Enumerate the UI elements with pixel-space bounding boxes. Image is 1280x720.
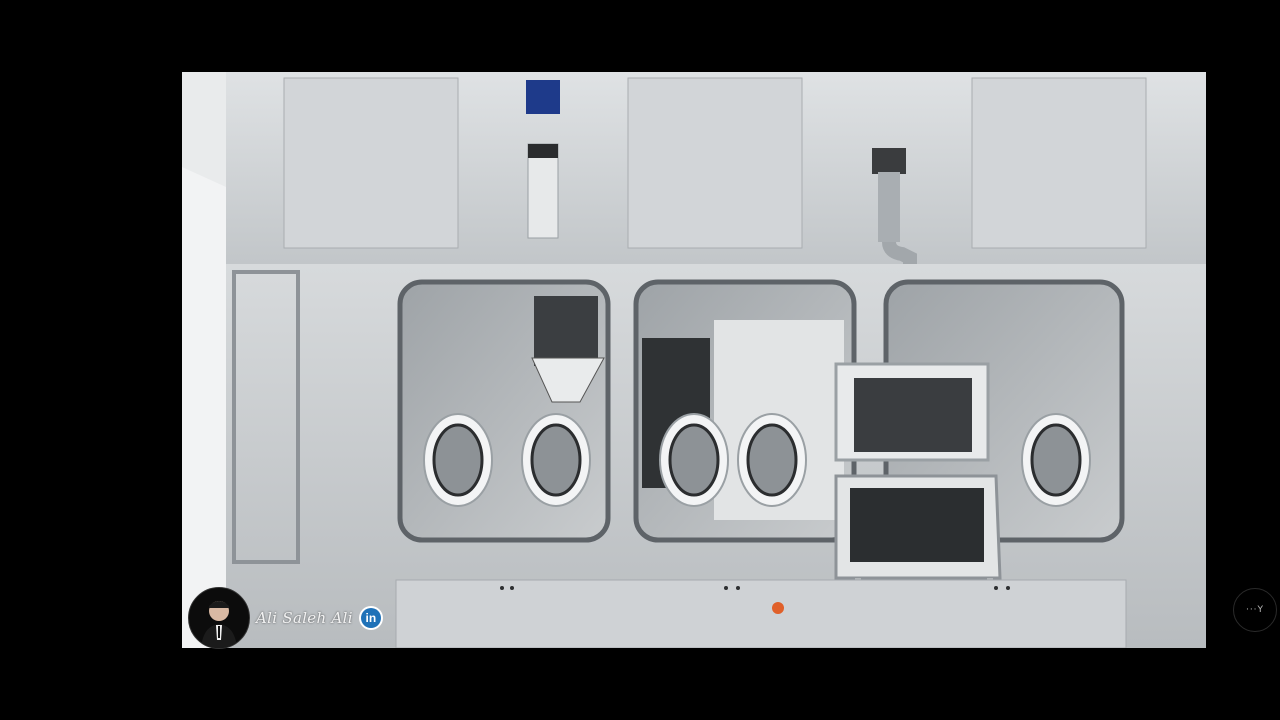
- creator-name: Ali Saleh Ali: [256, 609, 353, 627]
- corner-label: ···Y: [1245, 605, 1265, 615]
- creator-watermark: Ali Saleh Ali in: [188, 587, 383, 649]
- profile-photo-icon: [188, 587, 250, 649]
- settings-dots-icon[interactable]: ···Y: [1233, 588, 1277, 632]
- linkedin-icon[interactable]: in: [358, 606, 383, 630]
- isolator-machine-illustration: [182, 72, 1206, 648]
- video-player[interactable]: Ali Saleh Ali in ···Y: [0, 0, 1280, 720]
- video-frame[interactable]: [182, 72, 1206, 648]
- linkedin-label: in: [360, 608, 381, 628]
